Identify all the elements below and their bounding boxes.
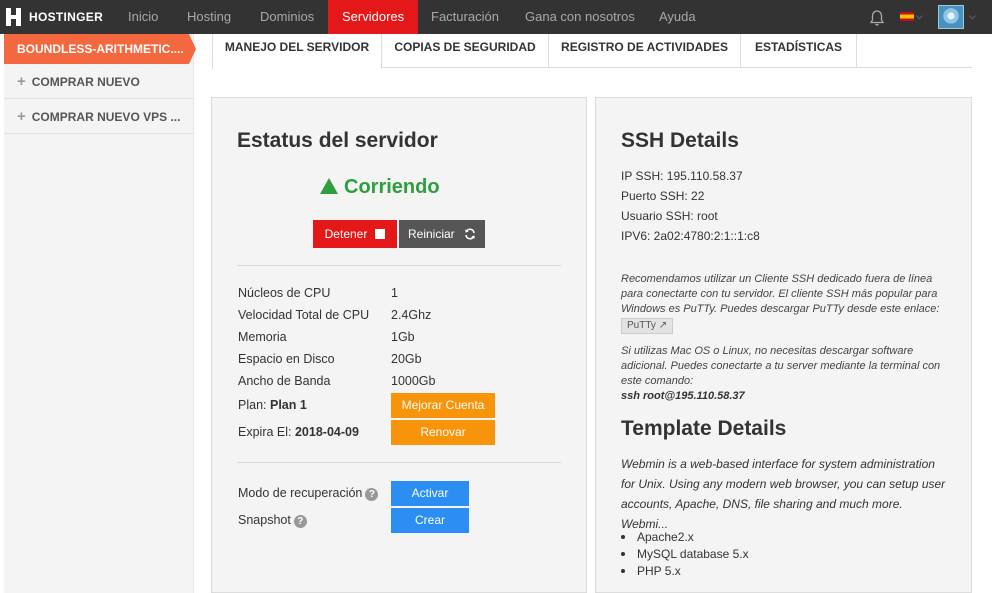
ssh-port: Puerto SSH: 22 — [621, 189, 705, 203]
restart-button[interactable]: Reiniciar — [399, 220, 485, 248]
putty-link[interactable]: PuTTy ↗ — [621, 318, 674, 334]
expires-label: Expira El: — [238, 425, 292, 439]
arrow-up-icon — [320, 178, 338, 194]
recovery-row: Modo de recuperación? — [238, 486, 379, 501]
ssh-ipv6: IPV6: 2a02:4780:2:1::1:c8 — [621, 229, 760, 243]
activate-recovery-button[interactable]: Activar — [391, 481, 469, 506]
tab-estadisticas[interactable]: ESTADÍSTICAS — [741, 34, 857, 68]
chevron-down-icon[interactable]: ⌵ — [916, 11, 923, 22]
top-navigation-bar: HOSTINGER Inicio Hosting Dominios Servid… — [0, 0, 992, 34]
ssh-ip: IP SSH: 195.110.58.37 — [621, 169, 743, 183]
nav-facturacion[interactable]: Facturación — [431, 0, 499, 34]
server-tabs: MANEJO DEL SERVIDOR COPIAS DE SEGURIDAD … — [212, 34, 972, 69]
spain-flag-icon[interactable] — [900, 12, 914, 21]
stop-icon — [375, 229, 386, 239]
divider — [237, 265, 561, 266]
nav-hosting[interactable]: Hosting — [187, 0, 231, 34]
bell-icon[interactable] — [869, 10, 885, 27]
spec-value-disk: 20Gb — [391, 352, 422, 366]
sidebar-item-comprar-nuevo-vps[interactable]: + COMPRAR NUEVO VPS ... — [4, 100, 194, 134]
template-description: Webmin is a web-based interface for syst… — [621, 457, 946, 531]
plan-row: Plan: Plan 1 — [238, 398, 307, 412]
hostinger-logo[interactable]: HOSTINGER — [6, 8, 103, 26]
ssh-command: ssh root@195.110.58.37 — [621, 390, 745, 402]
list-item: PHP 5.x — [621, 564, 681, 578]
ssh-recommendation-text: Recomendamos utilizar un Cliente SSH ded… — [621, 273, 940, 315]
server-status-title: Estatus del servidor — [237, 129, 438, 152]
avatar[interactable] — [938, 5, 964, 29]
spec-value-cpu-cores: 1 — [391, 286, 398, 300]
spec-value-memory: 1Gb — [391, 330, 415, 344]
sidebar-item-label: COMPRAR NUEVO VPS ... — [31, 110, 181, 124]
divider — [237, 462, 561, 463]
spec-label-memory: Memoria — [238, 330, 287, 344]
spec-label-cpu-speed: Velocidad Total de CPU — [238, 308, 370, 322]
template-details-title: Template Details — [621, 417, 787, 440]
ssh-recommendation: Recomendamos utilizar un Cliente SSH ded… — [621, 272, 951, 334]
sidebar-item-comprar-nuevo[interactable]: + COMPRAR NUEVO — [4, 65, 194, 99]
snapshot-row: Snapshot? — [238, 513, 307, 528]
tab-manejo-del-servidor[interactable]: MANEJO DEL SERVIDOR — [212, 34, 382, 69]
spec-value-bandwidth: 1000Gb — [391, 374, 436, 388]
list-item: MySQL database 5.x — [621, 547, 749, 561]
create-snapshot-button[interactable]: Crear — [391, 508, 469, 533]
ssh-user: Usuario SSH: root — [621, 209, 718, 223]
spec-label-disk: Espacio en Disco — [238, 352, 335, 366]
plus-icon: + — [17, 73, 26, 90]
mac-linux-note: Si utilizas Mac OS o Linux, no necesitas… — [621, 345, 941, 387]
sidebar-item-active-server[interactable]: BOUNDLESS-ARITHMETIC.... — [4, 34, 196, 64]
putty-link-label: PuTTy — [627, 320, 656, 331]
help-icon[interactable]: ? — [293, 515, 307, 528]
upgrade-account-button[interactable]: Mejorar Cuenta — [391, 393, 495, 418]
stop-button-label: Detener — [324, 227, 368, 241]
spec-label-cpu-cores: Núcleos de CPU — [238, 286, 331, 300]
server-status-panel: Estatus del servidor Corriendo Detener R… — [211, 97, 587, 593]
list-item: Apache2.x — [621, 530, 694, 544]
plan-label: Plan: — [238, 398, 267, 412]
external-link-icon: ↗ — [658, 320, 668, 331]
refresh-icon — [465, 228, 475, 240]
spec-label-bandwidth: Ancho de Banda — [238, 374, 331, 388]
nav-servidores[interactable]: Servidores — [328, 0, 419, 34]
plan-value: Plan 1 — [269, 398, 307, 412]
expires-row: Expira El: 2018-04-09 — [238, 425, 359, 439]
stop-button[interactable]: Detener — [313, 220, 397, 248]
expires-value: 2018-04-09 — [294, 425, 359, 439]
status-indicator: Corriendo — [320, 176, 440, 199]
nav-inicio[interactable]: Inicio — [128, 0, 158, 34]
tab-copias-de-seguridad[interactable]: COPIAS DE SEGURIDAD — [382, 34, 549, 68]
nav-ayuda[interactable]: Ayuda — [659, 0, 696, 34]
status-text: Corriendo — [344, 176, 440, 198]
sidebar: BOUNDLESS-ARITHMETIC.... + COMPRAR NUEVO … — [4, 34, 196, 593]
nav-gana-con-nosotros[interactable]: Gana con nosotros — [525, 0, 635, 34]
snapshot-label: Snapshot — [238, 513, 291, 527]
recovery-label: Modo de recuperación — [238, 486, 363, 500]
logo-text: HOSTINGER — [29, 10, 104, 24]
ssh-details-panel: SSH Details IP SSH: 195.110.58.37 Puerto… — [595, 97, 972, 593]
tab-registro-de-actividades[interactable]: REGISTRO DE ACTIVIDADES — [549, 34, 741, 68]
help-icon[interactable]: ? — [365, 488, 379, 501]
chevron-down-icon[interactable]: ⌵ — [969, 11, 976, 22]
sidebar-item-label: COMPRAR NUEVO — [31, 75, 140, 89]
plus-icon: + — [17, 108, 26, 125]
hostinger-logo-icon — [6, 8, 22, 26]
renew-button[interactable]: Renovar — [391, 420, 495, 445]
spec-value-cpu-speed: 2.4Ghz — [391, 308, 432, 322]
ssh-details-title: SSH Details — [621, 129, 739, 152]
restart-button-label: Reiniciar — [407, 227, 455, 241]
nav-dominios[interactable]: Dominios — [260, 0, 314, 34]
